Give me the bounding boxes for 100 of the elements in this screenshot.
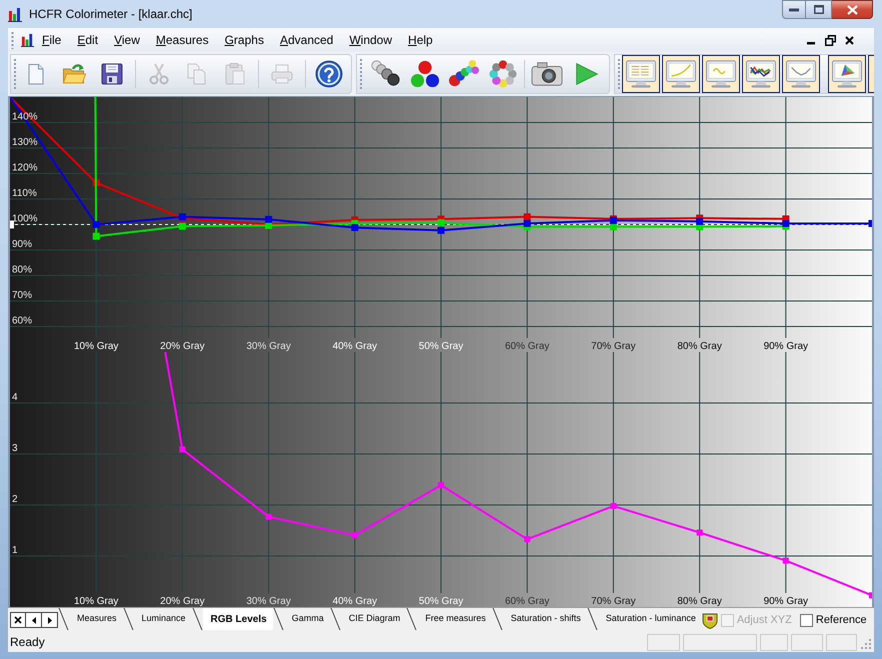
chart-view-button[interactable] [868,55,874,93]
caret-left-icon [32,616,36,624]
status-text: Ready [10,634,45,651]
axis-tick-label: 80% Gray [677,341,722,352]
axis-tick-label: 4 [12,392,18,403]
data-point-marker [352,532,358,538]
axis-tick-label: 20% Gray [160,341,205,352]
axis-tick-label: 90% Gray [764,341,808,352]
axis-tick-label: 10% Gray [74,596,118,607]
data-point-marker [696,530,703,536]
axis-tick-label: 120% [12,162,38,174]
monitor-line-graph-icon [785,59,817,89]
reference-marker [10,220,14,228]
axis-tick-label: 60% [12,316,32,326]
document-bars-icon [21,33,34,47]
data-point-marker [869,592,872,598]
checkbox-label: Reference [816,612,867,628]
close-view-button[interactable] [10,612,26,628]
data-point-marker [868,220,872,227]
sphere-chain-icon [446,59,480,89]
toolbar-gripper-icon[interactable] [359,58,363,90]
data-point-marker [438,482,444,488]
view-tab[interactable]: Free measures [417,608,492,630]
axis-tick-label: 100% [12,214,38,224]
axis-tick-label: 40% Gray [332,341,378,352]
menu-item[interactable]: Window [341,31,400,49]
chart-view-button[interactable] [782,55,820,93]
axis-tick-label: 90% [12,239,32,250]
toolbar-gripper-icon[interactable] [13,58,17,90]
menu-item[interactable]: Graphs [216,31,272,49]
chart-view-button[interactable] [702,55,740,93]
menu-item[interactable]: Measures [148,31,217,49]
chart-view-button[interactable] [828,55,866,93]
axis-tick-label: 20% Gray [160,596,205,607]
axis-tick-label: 50% Gray [418,596,464,607]
menu-item[interactable]: File [34,31,70,49]
menu-item[interactable]: Help [400,31,441,49]
printer-icon [270,62,294,86]
axis-tick-label: 60% Gray [504,596,550,607]
folder-arrow-icon [62,62,86,86]
minimize-button[interactable] [782,0,806,19]
axis-tick-label: 130% [12,137,38,148]
maximize-button[interactable] [806,0,832,19]
view-tab[interactable]: Saturation - luminance [598,608,702,630]
restore-icon[interactable] [825,34,836,46]
window-title: HCFR Colorimeter - [klaar.chc] [29,8,192,20]
checkbox[interactable] [800,614,813,626]
close-icon[interactable] [845,36,854,44]
data-point-marker [524,536,530,542]
close-icon [846,4,858,14]
menu-item[interactable]: Advanced [272,31,342,49]
axis-tick-label: 40% Gray [332,596,378,607]
scroll-right-button[interactable] [42,612,58,628]
data-point-marker [179,446,186,452]
status-bar-pane [647,634,680,650]
axis-tick-label: 50% Gray [418,341,464,352]
monitor-curve-icon [665,59,697,89]
maximize-icon [814,5,824,14]
axis-tick-label: 70% Gray [591,596,636,607]
checkbox-label: Adjust XYZ [736,612,792,628]
axis-tick-label: 90% Gray [764,596,808,607]
status-bar-pane [760,634,788,650]
monitor-wave-icon [705,59,737,89]
menu-item[interactable]: Edit [69,31,106,49]
axis-tick-label: 110% [12,188,37,199]
chart-view-button[interactable] [742,55,780,93]
view-tab[interactable]: Gamma [284,608,330,630]
minimize-icon [789,8,799,12]
size-grip-icon[interactable] [860,638,872,650]
close-button[interactable] [832,0,873,19]
axis-tick-label: 70% Gray [591,341,636,352]
data-point-marker [266,514,272,520]
axis-tick-label: 80% [12,264,32,276]
view-tab[interactable]: Saturation - shifts [502,608,587,630]
toolbar-gripper-icon[interactable] [617,58,621,90]
scroll-left-button[interactable] [26,612,42,628]
clipboard-icon [223,62,247,86]
chart-view-button[interactable] [622,55,660,93]
view-tab[interactable]: Measures [69,608,123,630]
menu-item[interactable]: View [106,31,148,49]
menu-gripper-icon[interactable] [11,31,14,49]
data-point-marker [92,221,100,228]
axis-tick-label: 30% Gray [246,596,291,607]
view-tab[interactable]: CIE Diagram [340,608,406,630]
app-bars-icon [8,6,22,22]
axis-tick-label: 1 [12,545,18,556]
data-point-marker [782,558,789,564]
monitor-table-icon [625,59,657,89]
scissors-icon [147,62,171,86]
view-tab[interactable]: Luminance [134,608,192,630]
axis-tick-label: 2 [12,494,18,505]
chart-view-button[interactable] [662,55,700,93]
close-icon [14,616,22,624]
axis-tick-label: 80% Gray [677,596,722,607]
view-tab[interactable]: RGB Levels [202,608,273,630]
axis-tick-label: 30% Gray [246,341,291,352]
axis-tick-label: 10% Gray [74,341,118,352]
data-point-marker [92,232,100,240]
axis-tick-label: 70% [12,290,32,301]
monitor-triangle-icon [831,59,863,89]
